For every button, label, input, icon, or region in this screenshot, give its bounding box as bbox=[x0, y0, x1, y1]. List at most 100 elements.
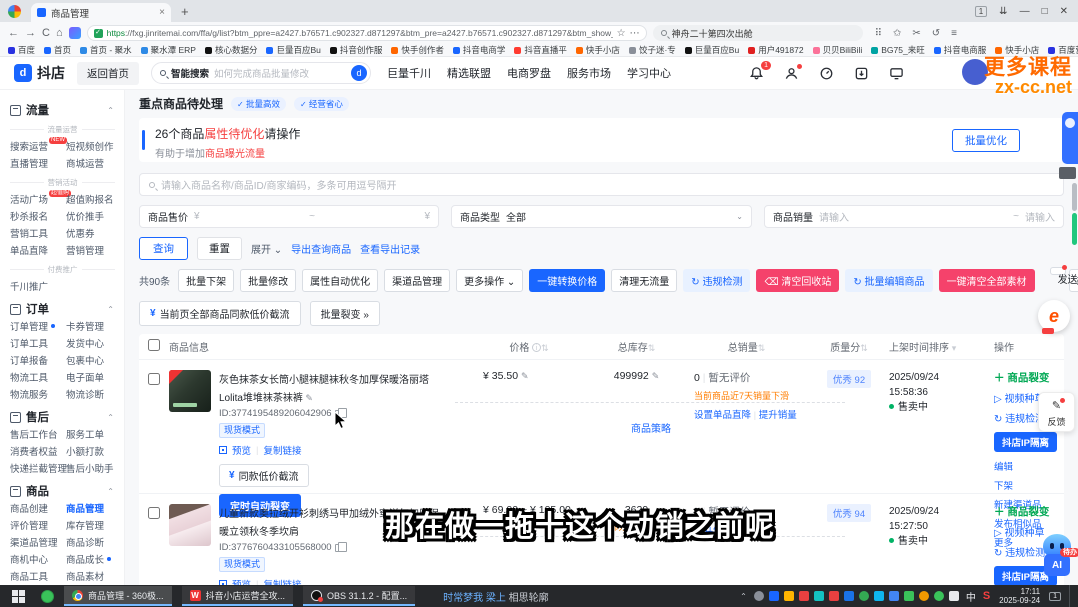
set-discount-link[interactable]: 设置单品直降 bbox=[694, 410, 751, 421]
ai-button[interactable]: AI待办 bbox=[1044, 554, 1070, 576]
op-link[interactable]: ＋ 商品裂变 bbox=[994, 370, 1049, 385]
toolbar-button[interactable]: ⌫ 清空回收站 bbox=[756, 269, 839, 292]
sidebar-item-消费者权益[interactable]: 消费者权益 bbox=[10, 447, 66, 458]
bulk-action-button[interactable]: ¥当前页全部商品同款低价截流 bbox=[139, 301, 301, 326]
sidebar-item-营销工具[interactable]: 营销工具 bbox=[10, 229, 66, 240]
tray-icon[interactable] bbox=[934, 591, 944, 601]
bookmark-item[interactable]: 聚水潭 ERP bbox=[141, 44, 196, 56]
layout-icon[interactable]: ⇊ bbox=[999, 6, 1007, 17]
start-button[interactable] bbox=[12, 590, 25, 603]
preview-link[interactable]: 预览 bbox=[232, 443, 251, 457]
row-checkbox[interactable] bbox=[148, 373, 160, 385]
product-strategy-link[interactable]: 商品策略 bbox=[631, 420, 671, 435]
toolbar-button[interactable]: 渠道品管理 bbox=[384, 269, 450, 292]
sales-range-filter[interactable]: 商品销量 请输入 ~ 请输入 bbox=[764, 205, 1064, 228]
tray-icon[interactable] bbox=[769, 591, 779, 601]
expand-toggle[interactable]: 展开 ⌄ bbox=[251, 241, 282, 256]
col-time-sort[interactable]: 上架时间排序 ▾ bbox=[889, 339, 994, 354]
menu-icon[interactable]: ≡ bbox=[951, 28, 957, 39]
header-nav-link[interactable]: 电商罗盘 bbox=[507, 65, 551, 81]
sidebar-item-优惠券[interactable]: 优惠券 bbox=[66, 229, 115, 240]
tab-close-icon[interactable]: × bbox=[159, 7, 165, 18]
taskbar-app[interactable]: W抖音小店运营全攻... bbox=[182, 586, 294, 606]
toolbar-button[interactable]: 批量修改 bbox=[240, 269, 296, 292]
sidebar-item-商品诊断[interactable]: 商品诊断 bbox=[66, 538, 115, 549]
product-thumbnail[interactable] bbox=[169, 504, 211, 546]
export-log-link[interactable]: 查看导出记录 bbox=[360, 241, 420, 256]
app-logo[interactable]: d 抖店 bbox=[14, 63, 65, 83]
sidebar-item-搜索运营[interactable]: 搜索运营NEW bbox=[10, 142, 66, 153]
sidebar-item-超值购报名[interactable]: 超值购报名 bbox=[66, 195, 115, 206]
feedback-button[interactable]: ✎ 反馈 bbox=[1038, 392, 1075, 432]
boost-sales-link[interactable]: 提升销量 bbox=[759, 410, 797, 421]
tray-icon[interactable] bbox=[784, 591, 794, 601]
bookmarks-overflow-icon[interactable]: » bbox=[1069, 45, 1074, 55]
dashboard-icon[interactable] bbox=[819, 66, 834, 81]
sidebar-item-快递拦截管理[interactable]: 快递拦截管理 bbox=[10, 464, 66, 475]
browser-search-box[interactable]: 神舟二十第四次出舱 bbox=[653, 25, 863, 41]
sidebar-item-优价推手[interactable]: 优价推手 bbox=[66, 212, 115, 223]
new-tab-button[interactable]: + bbox=[181, 4, 189, 19]
sogou-icon[interactable]: S bbox=[983, 590, 990, 602]
sidebar-item-发货中心[interactable]: 发货中心 bbox=[66, 339, 115, 350]
url-bar[interactable]: https://fxg.jinritemai.com/ffa/g/list?bt… bbox=[87, 25, 647, 41]
browser-tab[interactable]: 商品管理 × bbox=[31, 3, 171, 22]
window-count-badge[interactable]: 1 bbox=[975, 6, 987, 17]
extension-icon[interactable] bbox=[69, 27, 81, 39]
bookmark-item[interactable]: 饺子迷·专 bbox=[629, 44, 676, 56]
notification-count[interactable]: 1 bbox=[1049, 592, 1061, 601]
sidebar-item-物流服务[interactable]: 物流服务 bbox=[10, 390, 66, 401]
col-price[interactable]: 价格 i⇅ bbox=[469, 339, 589, 354]
bookmark-item[interactable]: 贝贝BiliBili bbox=[813, 44, 863, 56]
ime-indicator[interactable]: 中 bbox=[966, 589, 976, 604]
apps-grid-icon[interactable]: ⠿ bbox=[875, 28, 882, 39]
more-icon[interactable]: ⋯ bbox=[630, 28, 640, 39]
sidebar-item-商品素材[interactable]: 商品素材 bbox=[66, 572, 115, 583]
bookmark-item[interactable]: 用户491872 bbox=[748, 44, 803, 56]
toolbar-button[interactable]: 发送商品得扶持 bbox=[1050, 267, 1066, 275]
bell-icon[interactable]: 1 bbox=[749, 66, 764, 81]
ip-isolate-button[interactable]: 抖店IP隔离 bbox=[994, 432, 1057, 452]
bookmark-item[interactable]: 抖音电商学 bbox=[453, 44, 506, 56]
forward-icon[interactable]: → bbox=[25, 27, 36, 39]
sidebar-item-商品创建[interactable]: 商品创建 bbox=[10, 504, 66, 515]
sidebar-section-header[interactable]: 商品⌃ bbox=[10, 483, 114, 499]
history-icon[interactable]: ↺ bbox=[932, 28, 940, 39]
op-link[interactable]: ▷ 视频种草 bbox=[994, 524, 1044, 539]
sidebar-item-商品管理[interactable]: 商品管理 bbox=[66, 504, 115, 515]
product-thumbnail[interactable] bbox=[169, 370, 211, 412]
smart-search-input[interactable]: 智能搜索 如何完成商品批量修改 d bbox=[151, 62, 371, 84]
favorites-icon[interactable]: ✩ bbox=[893, 28, 901, 39]
sidebar-item-小额打款[interactable]: 小额打款 bbox=[66, 447, 115, 458]
taskbar-clock[interactable]: 17:11 2025-09-24 bbox=[999, 587, 1040, 605]
bookmark-item[interactable]: BG75_来旺 bbox=[871, 44, 924, 56]
bookmark-item[interactable]: 抖音创作服 bbox=[330, 44, 383, 56]
op-link[interactable]: 下架 bbox=[994, 478, 1013, 492]
price-range-filter[interactable]: 商品售价 ¥ ~ ¥ bbox=[139, 205, 439, 228]
taskbar-app[interactable]: OBS 31.1.2 - 配置... bbox=[303, 586, 415, 606]
row-checkbox[interactable] bbox=[148, 507, 160, 519]
col-sales[interactable]: 总销量⇅ bbox=[684, 339, 809, 354]
home-icon[interactable]: ⌂ bbox=[56, 27, 63, 39]
tray-icon[interactable] bbox=[844, 591, 854, 601]
sidebar-item-渠道品管理[interactable]: 渠道品管理 bbox=[10, 538, 66, 549]
maximize-button[interactable]: □ bbox=[1042, 6, 1048, 17]
toolbar-button[interactable]: 一键清空全部素材 bbox=[939, 269, 1035, 292]
bookmark-item[interactable]: 巨量百应Bu bbox=[266, 44, 320, 56]
security-shield-icon[interactable] bbox=[94, 29, 103, 38]
sidebar-item-商品工具[interactable]: 商品工具 bbox=[10, 572, 66, 583]
copy-link[interactable]: 复制链接 bbox=[263, 443, 301, 457]
tray-icon[interactable] bbox=[754, 591, 764, 601]
bookmark-item[interactable]: 核心数据分 bbox=[205, 44, 258, 56]
op-link[interactable]: ↻ 违规检测 bbox=[994, 544, 1045, 559]
sidebar-item-商品成长[interactable]: 商品成长 bbox=[66, 555, 115, 566]
reload-icon[interactable]: C bbox=[42, 27, 50, 39]
sidebar-item-订单报备[interactable]: 订单报备 bbox=[10, 356, 66, 367]
reset-button[interactable]: 重置 bbox=[197, 237, 242, 260]
col-product-info[interactable]: 商品信息 bbox=[169, 339, 469, 354]
sidebar-item-商城运营[interactable]: 商城运营 bbox=[66, 159, 115, 170]
op-link[interactable]: ＋ 商品裂变 bbox=[994, 504, 1049, 519]
taskbar-app[interactable]: 商品管理 - 360极... bbox=[64, 586, 172, 606]
keyword-search-input[interactable]: 请输入商品名称/商品ID/商家编码，多条可用逗号隔开 bbox=[139, 173, 1064, 196]
bookmark-item[interactable]: 巨量百应Bu bbox=[685, 44, 739, 56]
